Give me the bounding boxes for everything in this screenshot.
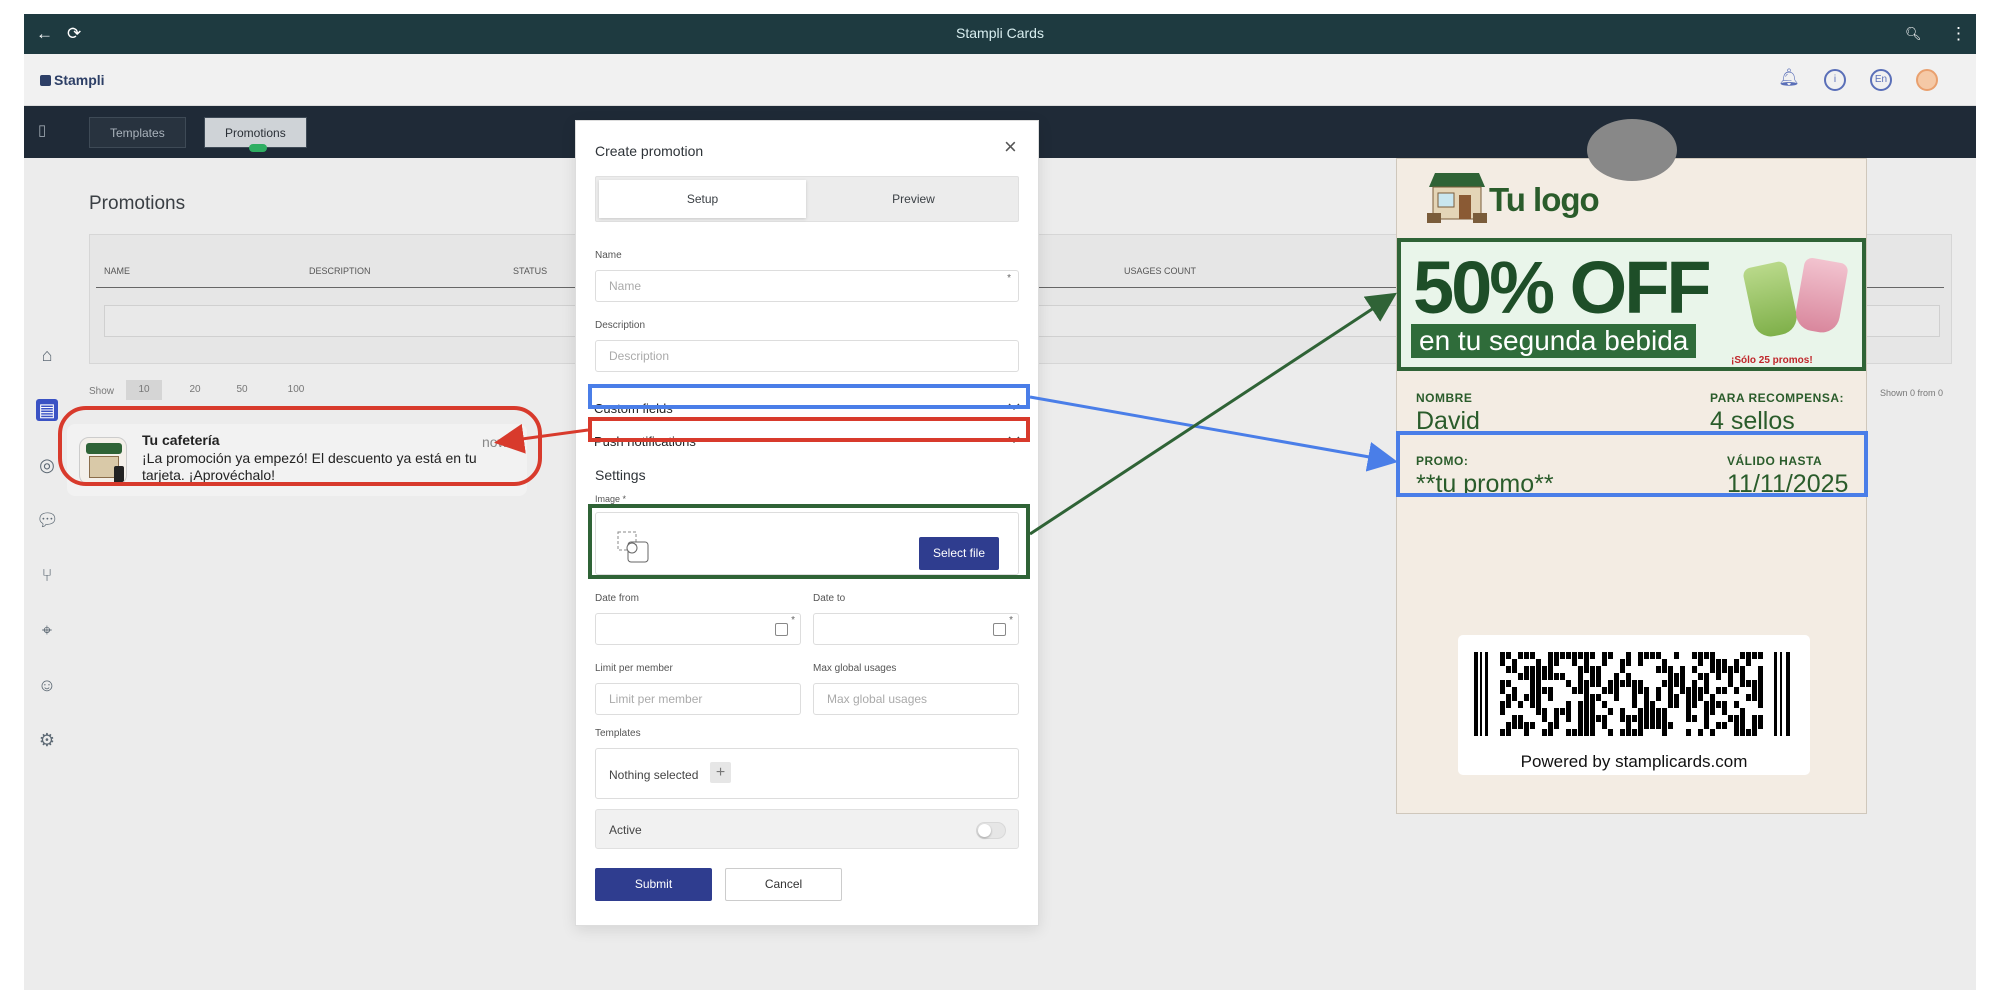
arrow-image: [1029, 292, 1398, 536]
annotation-arrows: [494, 292, 1398, 536]
app-window: ← ⟳ Stampli Cards 🔍︎ ⋮ Stampli 🔔︎ i En ▯…: [24, 14, 1976, 990]
arrow-push-notification: [494, 423, 589, 454]
arrow-custom-fields: [1029, 395, 1398, 472]
